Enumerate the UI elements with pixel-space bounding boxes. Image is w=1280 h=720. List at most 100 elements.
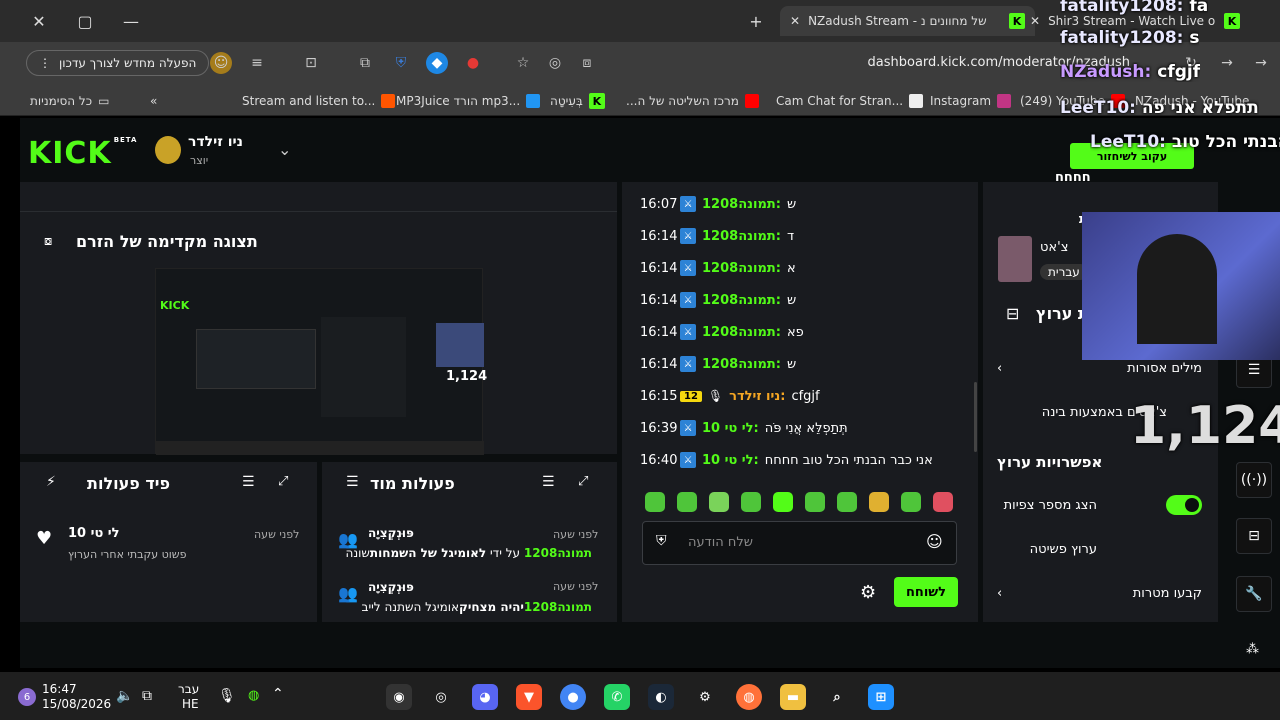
search-icon[interactable]: ⌕ <box>824 684 850 710</box>
chat-message[interactable]: 16:40 ⚔ לי טי 10: אני כבר הבנתי הכל טוב חחח… <box>640 448 960 472</box>
emote-icon[interactable] <box>933 492 953 512</box>
chat-username[interactable]: ניו זילדר: <box>729 389 785 404</box>
goals-item[interactable]: קבעו מטרות › <box>997 580 1202 606</box>
chat-username[interactable]: תמונה1208: <box>702 293 781 308</box>
obs-taskbar-icon[interactable]: ◎ <box>428 684 454 710</box>
emote-icon[interactable] <box>869 492 889 512</box>
translate-icon[interactable]: ⧈ <box>576 52 598 74</box>
chat-message[interactable]: 16:14 ⚔ תמונה1208: א <box>640 256 960 280</box>
profile-avatar[interactable]: ☺ <box>210 52 232 74</box>
chat-message[interactable]: 16:14 ⚔ תמונה1208: פא <box>640 320 960 344</box>
send-chat-button[interactable]: לשוחח <box>894 577 958 607</box>
chat-scrollbar[interactable] <box>974 382 977 452</box>
settings-taskbar-icon[interactable]: ⚙ <box>692 684 718 710</box>
media-controls-icon[interactable]: ≡ <box>246 52 268 74</box>
bookmark-star-icon[interactable]: ☆ <box>512 52 534 74</box>
restart-update-button[interactable]: ⋮ הפעלה מחדש לצורך עדכון <box>26 50 210 76</box>
emote-icon[interactable] <box>677 492 697 512</box>
close-window-icon[interactable]: ✕ <box>26 8 52 34</box>
filter-icon[interactable]: ☰ <box>242 474 255 490</box>
layout-rail-icon[interactable]: ⊟ <box>1236 518 1272 554</box>
chat-message[interactable]: 16:14 ⚔ תמונה1208: ש <box>640 352 960 376</box>
bookmark-youtube-studio[interactable]: ...מרכז השליטה של ה <box>626 92 759 110</box>
gear-icon[interactable]: ⚙ <box>860 582 876 603</box>
filter-icon[interactable]: ☰ <box>542 474 555 490</box>
emote-icon[interactable] <box>645 492 665 512</box>
show-viewers-toggle[interactable] <box>1166 495 1202 515</box>
broadcast-rail-icon[interactable]: ((·)) <box>1236 462 1272 498</box>
tray-app-icon[interactable]: ◍ <box>248 688 259 703</box>
raid-channel-item[interactable]: ערוץ פשיטה <box>997 536 1097 562</box>
chat-username[interactable]: תמונה1208: <box>702 261 781 276</box>
chat-message[interactable]: 16:39 ⚔ לי טי 10: תְּתַפְלֵּא אֲנִי פֹּה <box>640 416 960 440</box>
bookmark-camchat[interactable]: Cam Chat for Stran... <box>776 92 924 110</box>
picture-in-picture-icon[interactable]: ⧇ <box>44 234 52 249</box>
file-explorer-icon[interactable]: ▬ <box>780 684 806 710</box>
chat-username[interactable]: תמונה1208: <box>702 197 781 212</box>
popout-icon[interactable]: ⤢ <box>278 474 288 489</box>
mod-action-bold: יהיה מצחיק <box>459 600 524 614</box>
bookmark-instagram[interactable]: Instagram <box>930 92 1012 110</box>
discord-taskbar-icon[interactable]: ◕ <box>472 684 498 710</box>
notification-badge[interactable]: 6 <box>18 688 36 706</box>
brave-taskbar-icon[interactable]: ▼ <box>516 684 542 710</box>
nodes-icon[interactable]: ⁂ <box>1246 642 1259 657</box>
volume-icon[interactable]: 🔈 <box>116 688 133 704</box>
extensions-icon[interactable]: ⧉ <box>354 52 376 74</box>
chevron-down-icon[interactable]: ⌄ <box>278 140 291 159</box>
show-hidden-icon[interactable]: ⌃ <box>272 686 284 702</box>
forward-icon[interactable]: → <box>1216 52 1238 74</box>
minimize-icon[interactable]: — <box>118 8 144 34</box>
close-tab-icon[interactable]: ✕ <box>790 14 800 28</box>
firefox-taskbar-icon[interactable]: ◍ <box>736 684 762 710</box>
emote-icon[interactable] <box>709 492 729 512</box>
emoji-icon[interactable]: ☺ <box>926 532 943 551</box>
chat-message[interactable]: 16:15 12 🎙 ניו זילדר: cfgjf <box>640 384 960 408</box>
back-icon[interactable]: → <box>1250 52 1272 74</box>
close-tab-icon[interactable]: ✕ <box>1030 14 1040 28</box>
mic-icon[interactable]: 🎙 <box>218 688 236 704</box>
chat-message[interactable]: 16:07 ⚔ תמונה1208: ש <box>640 192 960 216</box>
steam-taskbar-icon[interactable]: ◐ <box>648 684 674 710</box>
bookmark-kick[interactable]: בְּעִיטָה K <box>550 92 605 110</box>
bookmark-all[interactable]: כל הסימניות ▭ <box>30 92 109 110</box>
vpn-extension-icon[interactable]: ◆ <box>426 52 448 74</box>
chat-message[interactable]: 16:14 ⚔ תמונה1208: ד <box>640 224 960 248</box>
maximize-icon[interactable]: ▢ <box>72 8 98 34</box>
bookmark-nav-icon[interactable]: « <box>150 92 157 110</box>
tab-nzadush[interactable]: ✕ NZadush Stream - של מחוונים נ K <box>780 6 1035 36</box>
red-extension-icon[interactable]: ● <box>462 52 484 74</box>
shield-extension-icon[interactable]: ⛨ <box>390 52 412 74</box>
chat-username[interactable]: לי טי 10: <box>702 421 759 436</box>
emote-icon[interactable] <box>773 492 793 512</box>
whatsapp-taskbar-icon[interactable]: ✆ <box>604 684 630 710</box>
channel-avatar[interactable] <box>155 136 181 164</box>
emote-icon[interactable] <box>901 492 921 512</box>
windows-start-icon[interactable]: ⊞ <box>868 684 894 710</box>
clock-date[interactable]: 15/08/2026 <box>42 697 111 711</box>
lang-top[interactable]: עבר <box>178 682 199 696</box>
emote-icon[interactable] <box>837 492 857 512</box>
clock-time[interactable]: 16:47 <box>42 682 77 696</box>
emote-icon[interactable] <box>741 492 761 512</box>
lang-bottom[interactable]: HE <box>182 697 199 711</box>
chat-username[interactable]: לי טי 10: <box>702 453 759 468</box>
eye-slash-icon[interactable]: ◎ <box>544 52 566 74</box>
screenshot-icon[interactable]: ⊡ <box>300 52 322 74</box>
chat-username[interactable]: תמונה1208: <box>702 325 781 340</box>
new-tab-icon[interactable]: + <box>743 8 769 34</box>
stream-video-preview[interactable]: KICK 1,124 <box>155 268 487 455</box>
bookmark-stream[interactable]: Stream and listen to... <box>242 92 396 110</box>
popout-icon[interactable]: ⤢ <box>578 474 588 489</box>
emote-icon[interactable] <box>805 492 825 512</box>
chrome-taskbar-icon[interactable]: ◉ <box>386 684 412 710</box>
bookmark-mp3juice[interactable]: MP3Juice הורד mp3... <box>396 92 541 110</box>
chrome2-taskbar-icon[interactable]: ● <box>560 684 586 710</box>
chat-username[interactable]: תמונה1208: <box>702 357 781 372</box>
network-icon[interactable]: ⧉ <box>142 688 152 704</box>
chat-message[interactable]: 16:14 ⚔ תמונה1208: ש <box>640 288 960 312</box>
chat-username[interactable]: תמונה1208: <box>702 229 781 244</box>
overlay-user: fatality1208: <box>1060 28 1190 48</box>
kick-logo[interactable]: KICK BETA <box>28 136 137 171</box>
wrench-icon[interactable]: 🔧 <box>1236 576 1272 612</box>
